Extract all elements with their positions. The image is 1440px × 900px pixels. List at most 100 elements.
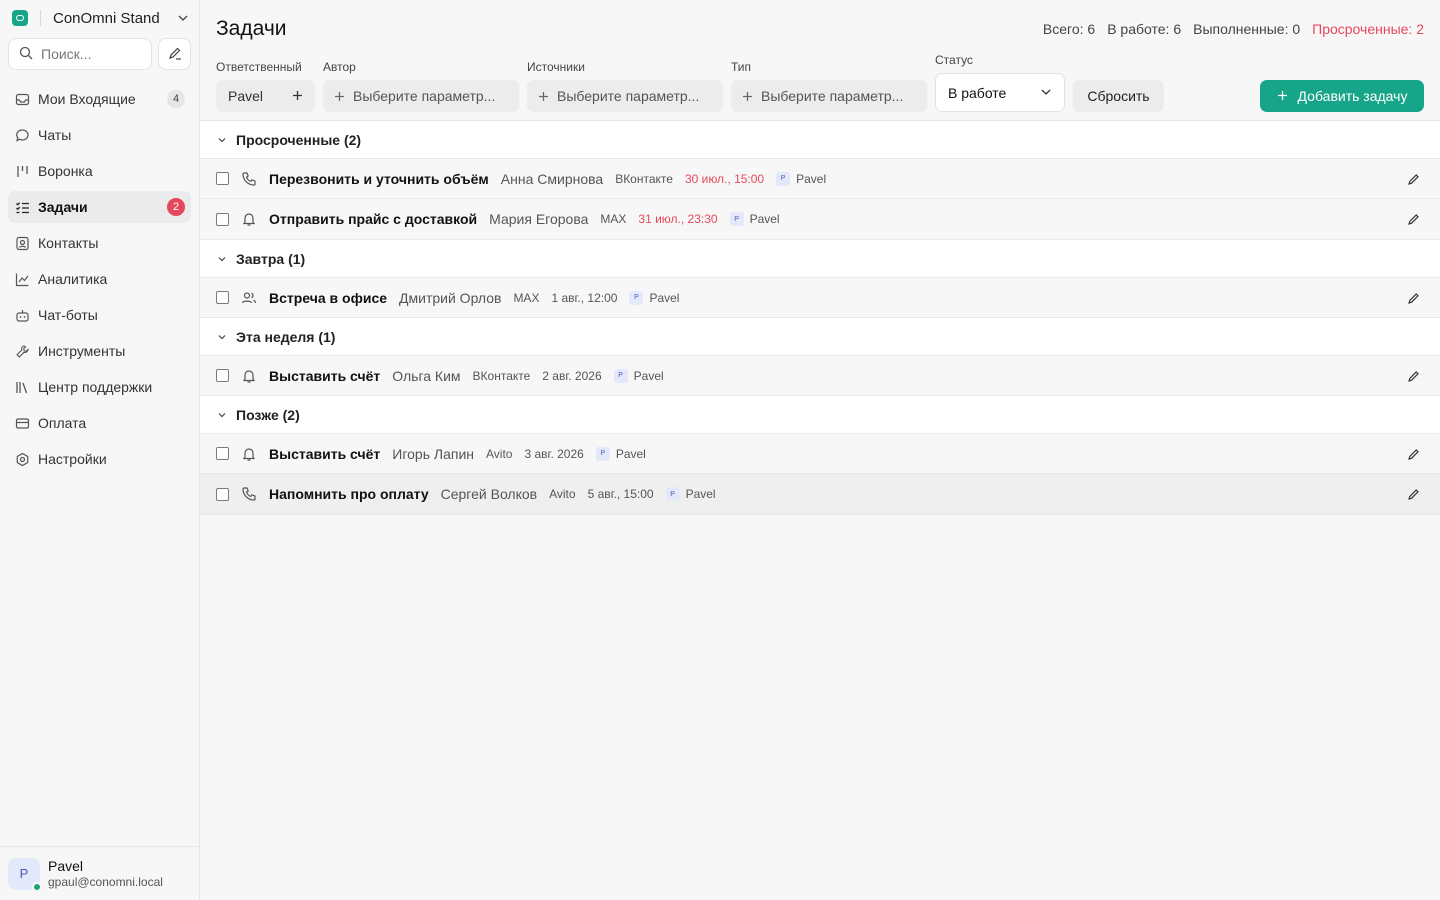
chevron-down-icon — [1040, 85, 1052, 101]
task-contact[interactable]: Дмитрий Орлов — [399, 290, 501, 306]
task-name[interactable]: Перезвонить и уточнить объём — [269, 171, 489, 187]
group-header-overdue[interactable]: Просроченные (2) — [200, 121, 1440, 158]
sidebar-item-funnel[interactable]: Воронка — [8, 155, 191, 187]
task-name[interactable]: Выставить счёт — [269, 446, 380, 462]
pencil-icon[interactable] — [1406, 369, 1420, 383]
task-checkbox[interactable] — [216, 487, 229, 501]
wrench-icon — [14, 343, 30, 359]
task-name[interactable]: Напомнить про оплату — [269, 486, 429, 502]
task-source: MAX — [600, 212, 627, 226]
avatar: P — [629, 290, 644, 305]
add-task-button[interactable]: Добавить задачу — [1260, 80, 1424, 112]
phone-icon — [241, 486, 257, 502]
pencil-icon[interactable] — [1406, 447, 1420, 461]
task-name[interactable]: Выставить счёт — [269, 368, 380, 384]
inbox-count-badge: 4 — [167, 90, 185, 108]
task-row[interactable]: Выставить счёт Игорь Лапин Avito 3 авг. … — [200, 433, 1440, 474]
pencil-icon[interactable] — [1406, 487, 1420, 501]
status-value: В работе — [948, 84, 1007, 101]
search-icon — [19, 46, 33, 63]
task-checkbox[interactable] — [216, 369, 229, 382]
assignee-filter[interactable]: Pavel — [216, 80, 315, 112]
chevron-down-icon[interactable] — [176, 11, 190, 25]
workspace-switcher[interactable]: ConOmni Stand — [12, 8, 190, 28]
assignee-filter-label: Ответственный — [216, 60, 302, 74]
task-checkbox[interactable] — [216, 291, 229, 304]
gear-icon — [14, 451, 30, 467]
sidebar-item-chatbots[interactable]: Чат-боты — [8, 299, 191, 331]
task-contact[interactable]: Мария Егорова — [489, 211, 588, 227]
bot-icon — [14, 307, 30, 323]
sidebar-item-inbox[interactable]: Мои Входящие 4 — [8, 83, 191, 115]
avatar: P — [8, 857, 42, 892]
sidebar-item-tasks[interactable]: Задачи 2 — [8, 191, 191, 223]
sidebar-item-label: Воронка — [38, 163, 93, 179]
page-title: Задачи — [216, 17, 287, 40]
avatar: P — [729, 212, 744, 226]
task-row[interactable]: Напомнить про оплату Сергей Волков Avito… — [200, 474, 1440, 515]
sidebar-item-support[interactable]: Центр поддержки — [8, 371, 191, 403]
sources-filter[interactable]: Выберите параметр... — [527, 80, 723, 112]
sidebar-item-settings[interactable]: Настройки — [8, 443, 191, 475]
sidebar-item-chats[interactable]: Чаты — [8, 119, 191, 151]
search-box[interactable] — [8, 38, 152, 70]
sidebar-item-label: Контакты — [38, 235, 99, 251]
task-contact[interactable]: Игорь Лапин — [392, 446, 474, 462]
task-source: MAX — [513, 290, 540, 305]
group-header-later[interactable]: Позже (2) — [200, 396, 1440, 433]
assignee-name: Pavel — [749, 212, 780, 226]
assignee-name: Pavel — [685, 487, 716, 501]
user-name: Pavel — [48, 857, 84, 874]
pencil-icon[interactable] — [1406, 291, 1420, 305]
task-checkbox[interactable] — [216, 212, 229, 226]
chevron-down-icon — [216, 331, 228, 343]
bell-icon — [241, 446, 257, 462]
status-select[interactable]: В работе — [935, 73, 1065, 112]
user-profile[interactable]: P Pavel gpaul@conomni.local — [0, 846, 199, 900]
task-date: 2 авг. 2026 — [542, 368, 602, 383]
assignee-name: Pavel — [649, 290, 680, 305]
plus-icon — [333, 90, 345, 102]
compose-button[interactable] — [158, 38, 191, 70]
plus-icon — [537, 90, 549, 102]
reset-filters-button[interactable]: Сбросить — [1073, 80, 1164, 112]
task-contact[interactable]: Сергей Волков — [441, 486, 537, 502]
search-input[interactable] — [41, 46, 141, 62]
sidebar-item-tools[interactable]: Инструменты — [8, 335, 191, 367]
inbox-icon — [14, 91, 30, 107]
task-checkbox[interactable] — [216, 172, 229, 185]
divider — [40, 10, 41, 26]
sidebar-item-contacts[interactable]: Контакты — [8, 227, 191, 259]
sidebar-nav: Мои Входящие 4 Чаты Воронка Задачи 2 Кон… — [8, 83, 191, 479]
status-filter-label: Статус — [935, 53, 973, 67]
task-row[interactable]: Выставить счёт Ольга Ким ВКонтакте 2 авг… — [200, 355, 1440, 396]
task-date: 31 июл., 23:30 — [638, 212, 718, 226]
avatar-initial: P — [19, 866, 29, 881]
task-name[interactable]: Встреча в офисе — [269, 290, 387, 306]
group-header-tomorrow[interactable]: Завтра (1) — [200, 240, 1440, 277]
sidebar-item-label: Оплата — [38, 415, 87, 431]
sidebar-item-label: Мои Входящие — [38, 91, 136, 107]
sidebar-item-billing[interactable]: Оплата — [8, 407, 191, 439]
avatar: P — [776, 171, 791, 186]
task-contact[interactable]: Ольга Ким — [392, 368, 460, 384]
pencil-icon — [168, 46, 182, 63]
task-counters: Всего: 6 В работе: 6 Выполненные: 0 Прос… — [1043, 21, 1424, 37]
library-icon — [14, 379, 30, 395]
group-header-this-week[interactable]: Эта неделя (1) — [200, 318, 1440, 355]
task-contact[interactable]: Анна Смирнова — [501, 171, 603, 187]
task-checkbox[interactable] — [216, 447, 229, 460]
task-row[interactable]: Отправить прайс с доставкой Мария Егоров… — [200, 199, 1440, 240]
task-row[interactable]: Встреча в офисе Дмитрий Орлов MAX 1 авг.… — [200, 277, 1440, 318]
task-row[interactable]: Перезвонить и уточнить объём Анна Смирно… — [200, 158, 1440, 199]
pencil-icon[interactable] — [1406, 212, 1420, 226]
pencil-icon[interactable] — [1406, 172, 1420, 186]
author-filter[interactable]: Выберите параметр... — [323, 80, 519, 112]
sidebar-item-label: Чат-боты — [38, 307, 98, 323]
type-filter[interactable]: Выберите параметр... — [731, 80, 927, 112]
task-name[interactable]: Отправить прайс с доставкой — [269, 211, 477, 227]
sidebar-item-analytics[interactable]: Аналитика — [8, 263, 191, 295]
assignee-name: Pavel — [615, 446, 646, 461]
plus-icon[interactable] — [292, 88, 303, 104]
task-date: 30 июл., 15:00 — [684, 171, 765, 186]
